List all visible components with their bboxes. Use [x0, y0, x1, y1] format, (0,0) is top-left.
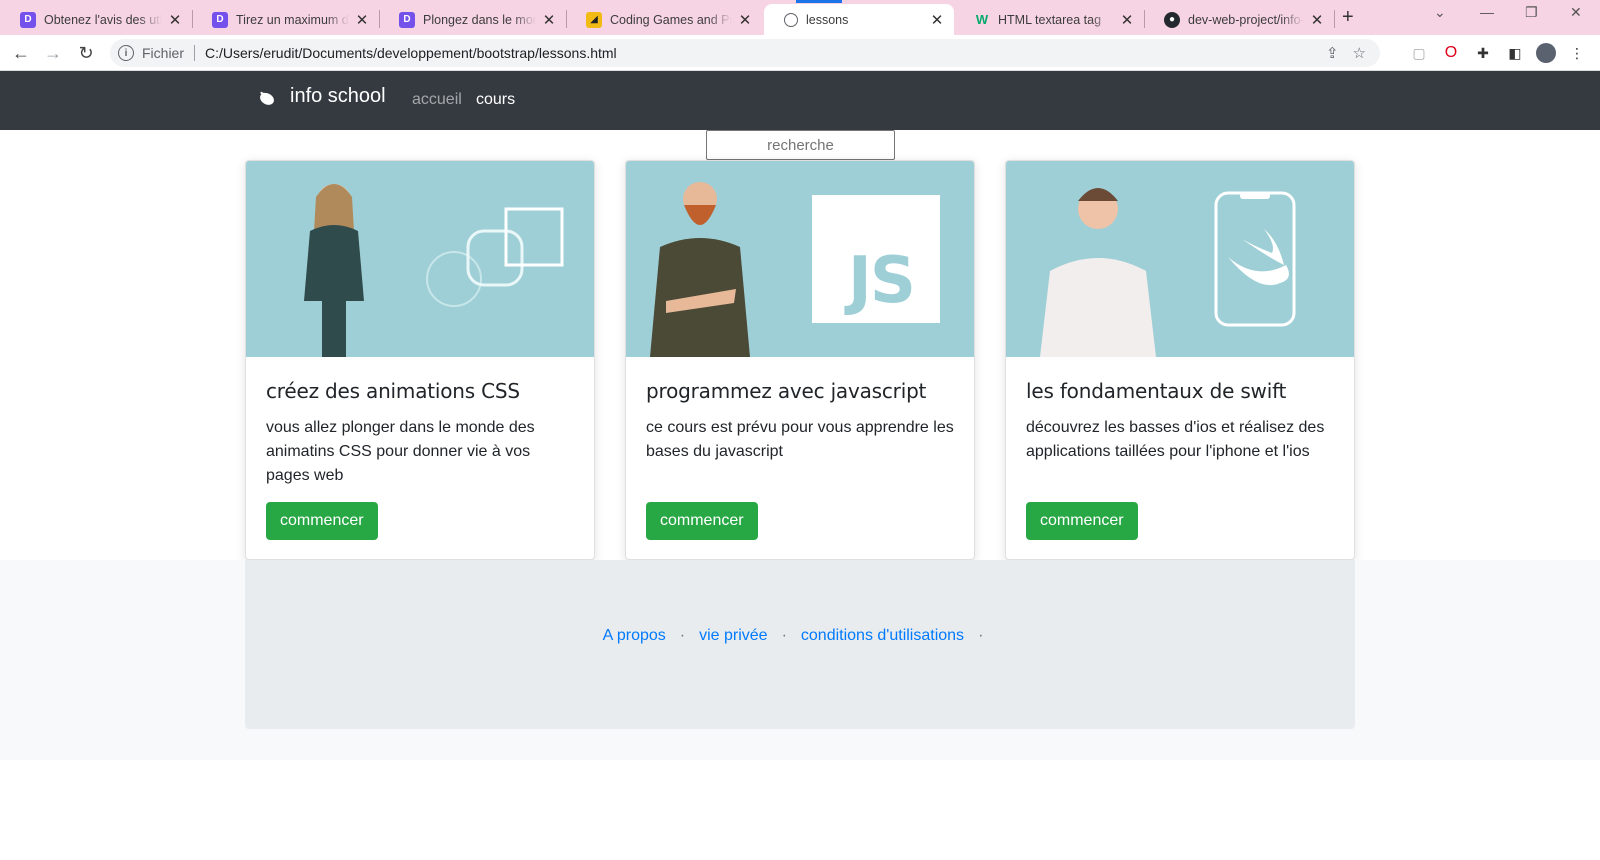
- navbar-brand[interactable]: info school: [256, 85, 386, 108]
- browser-tab[interactable]: W HTML textarea tag ✕: [954, 4, 1144, 35]
- course-card-swift: les fondamentaux de swift découvrez les …: [1005, 160, 1355, 560]
- tab-title: Tirez un maximum de ce cours: [236, 12, 349, 27]
- nav-link-cours[interactable]: cours: [476, 91, 515, 109]
- close-icon[interactable]: ✕: [930, 11, 944, 29]
- opera-icon[interactable]: O: [1442, 44, 1460, 62]
- share-icon[interactable]: ⇪: [1326, 44, 1339, 62]
- tab-title: HTML textarea tag: [998, 12, 1102, 27]
- swift-illustration: [1040, 188, 1296, 357]
- tab-loading-indicator: [796, 0, 842, 3]
- javascript-illustration: [650, 182, 940, 357]
- footer-links: A propos · vie privée · conditions d'uti…: [245, 627, 1355, 645]
- browser-tab[interactable]: D Tirez un maximum de ce cours ✕: [192, 4, 379, 35]
- card-text: ce cours est prévu pour vous apprendre l…: [646, 419, 954, 460]
- openclassrooms-icon: D: [212, 11, 228, 28]
- card-image: [246, 161, 594, 357]
- card-title: les fondamentaux de swift: [1026, 379, 1287, 403]
- back-arrow-icon[interactable]: ←: [8, 40, 34, 66]
- github-icon: ●: [1164, 11, 1180, 28]
- close-icon[interactable]: ✕: [1310, 11, 1324, 29]
- w3schools-icon: W: [975, 12, 989, 27]
- card-title: programmez avec javascript: [646, 379, 927, 403]
- footer-link-terms[interactable]: conditions d'utilisations: [801, 627, 964, 645]
- nav-link-accueil[interactable]: accueil: [412, 91, 462, 109]
- tab-title: Obtenez l'avis des utilisateurs: [44, 12, 162, 27]
- codingame-icon: ◢: [586, 11, 602, 28]
- tab-title: dev-web-project/info-school: [1188, 12, 1304, 27]
- footer: A propos · vie privée · conditions d'uti…: [245, 560, 1355, 729]
- tab-title: Plongez dans le monde: [423, 12, 536, 27]
- footer-separator: ·: [781, 627, 787, 644]
- brand-name[interactable]: info school: [290, 85, 386, 108]
- window-close-icon[interactable]: ✕: [1570, 4, 1582, 21]
- start-button[interactable]: commencer: [646, 502, 758, 540]
- js-logo-text: JS: [848, 244, 916, 318]
- tab-divider: [1334, 10, 1335, 28]
- side-panel-icon[interactable]: ◧: [1506, 44, 1524, 62]
- close-icon[interactable]: ✕: [168, 11, 182, 29]
- browser-tab[interactable]: ● dev-web-project/info-school ✕: [1144, 4, 1334, 35]
- browser-tab[interactable]: D Obtenez l'avis des utilisateurs ✕: [0, 4, 192, 35]
- css-illustration: [304, 184, 564, 357]
- address-bar[interactable]: i Fichier C:/Users/erudit/Documents/deve…: [110, 39, 1380, 67]
- card-text: découvrez les basses d'ios et réalisez d…: [1026, 419, 1325, 460]
- browser-tab[interactable]: ◢ Coding Games and Programming Challenge…: [566, 4, 762, 35]
- minimize-icon[interactable]: —: [1480, 4, 1494, 20]
- reload-icon[interactable]: ↻: [73, 40, 99, 66]
- close-icon[interactable]: ✕: [355, 11, 369, 29]
- start-button[interactable]: commencer: [1026, 502, 1138, 540]
- browser-tab[interactable]: D Plongez dans le monde ✕: [379, 4, 566, 35]
- tab-title: lessons: [806, 12, 849, 27]
- close-icon[interactable]: ✕: [1120, 11, 1134, 29]
- browser-tab-strip: D Obtenez l'avis des utilisateurs ✕ D Ti…: [0, 0, 1600, 35]
- footer-link-privacy[interactable]: vie privée: [699, 627, 767, 645]
- course-card-css: créez des animations CSS vous allez plon…: [245, 160, 595, 560]
- openclassrooms-icon: D: [20, 11, 36, 28]
- browser-toolbar: ← → ↻ i Fichier C:/Users/erudit/Document…: [0, 35, 1600, 71]
- card-image: [1006, 161, 1354, 357]
- globe-icon: [784, 12, 798, 27]
- site-navbar: info school accueil cours: [0, 71, 1600, 130]
- bookmark-star-icon[interactable]: ☆: [1353, 44, 1366, 62]
- card-title: créez des animations CSS: [266, 379, 520, 403]
- footer-link-about[interactable]: A propos: [603, 627, 666, 645]
- address-scheme: Fichier: [142, 45, 185, 61]
- logo-icon: [260, 91, 274, 105]
- card-text: vous allez plonger dans le monde des ani…: [266, 419, 535, 484]
- address-divider: [194, 45, 196, 61]
- extension-icon[interactable]: ▢: [1410, 44, 1428, 62]
- tab-title: Coding Games and Programming Challenges: [610, 12, 732, 27]
- profile-avatar[interactable]: [1536, 43, 1556, 63]
- address-url[interactable]: C:/Users/erudit/Documents/developpement/…: [205, 45, 1326, 61]
- browser-tab-active[interactable]: lessons ✕: [764, 4, 954, 35]
- card-image: JS: [626, 161, 974, 357]
- new-tab-button[interactable]: +: [1342, 6, 1354, 29]
- footer-separator: ·: [679, 627, 686, 644]
- menu-kebab-icon[interactable]: ⋮: [1568, 44, 1586, 62]
- course-card-javascript: JS programmez avec javascript ce cours e…: [625, 160, 975, 560]
- restore-icon[interactable]: ❐: [1525, 4, 1538, 21]
- info-icon[interactable]: i: [118, 45, 134, 61]
- forward-arrow-icon[interactable]: →: [40, 40, 66, 66]
- close-icon[interactable]: ✕: [542, 11, 556, 29]
- close-icon[interactable]: ✕: [738, 11, 752, 29]
- search-input[interactable]: [706, 130, 895, 160]
- puzzle-extensions-icon[interactable]: ✚: [1474, 44, 1492, 62]
- openclassrooms-icon: D: [399, 11, 415, 28]
- footer-separator: ·: [978, 627, 984, 644]
- start-button[interactable]: commencer: [266, 502, 378, 540]
- tab-search-icon[interactable]: ⌄: [1434, 4, 1446, 21]
